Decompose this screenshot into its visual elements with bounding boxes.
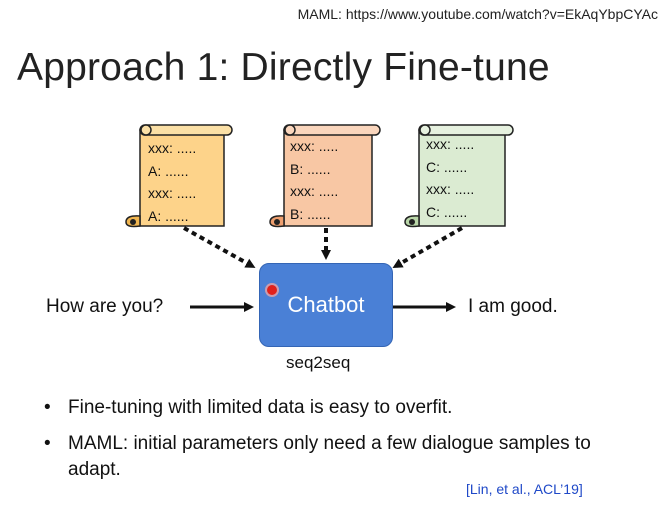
scroll-a-line-2: A: ...... xyxy=(148,162,189,179)
scroll-a-line-3: xxx: ..... xyxy=(148,185,197,201)
cursor-dot-icon xyxy=(267,285,277,295)
input-text: How are you? xyxy=(46,296,164,317)
bullet-item-1: Fine-tuning with limited data is easy to… xyxy=(42,395,608,421)
scroll-c-text: xxx: ..... C: ...... xxx: ..... C: .....… xyxy=(426,133,474,223)
scroll-b-line-1: xxx: ..... xyxy=(290,138,339,154)
scroll-c-line-4: C: ...... xyxy=(426,203,468,220)
scroll-a-line-1: xxx: ..... xyxy=(148,140,197,156)
dotted-arrow-right xyxy=(392,226,463,268)
chatbot-box: Chatbot xyxy=(259,263,393,347)
chatbot-label: Chatbot xyxy=(287,292,365,317)
dotted-arrow-left xyxy=(183,226,256,268)
citation: [Lin, et al., ACL’19] xyxy=(466,481,583,497)
output-text: I am good. xyxy=(468,296,558,317)
bullet-list: Fine-tuning with limited data is easy to… xyxy=(42,395,608,483)
scroll-b-line-3: xxx: ..... xyxy=(290,183,339,199)
bullet-item-2: MAML: initial parameters only need a few… xyxy=(42,431,608,483)
scroll-c-line-3: xxx: ..... xyxy=(426,181,475,197)
scroll-c-line-1: xxx: ..... xyxy=(426,136,475,152)
scroll-b-line-2: B: ...... xyxy=(290,160,331,177)
scroll-c-line-2: C: ...... xyxy=(426,158,468,175)
chatbot-caption: seq2seq xyxy=(286,353,351,372)
scroll-a-text: xxx: ..... A: ...... xxx: ..... A: .....… xyxy=(148,137,196,227)
scroll-b-line-4: B: ...... xyxy=(290,205,331,222)
scroll-a-line-4: A: ...... xyxy=(148,207,189,224)
scroll-b-text: xxx: ..... B: ...... xxx: ..... B: .....… xyxy=(290,135,338,225)
